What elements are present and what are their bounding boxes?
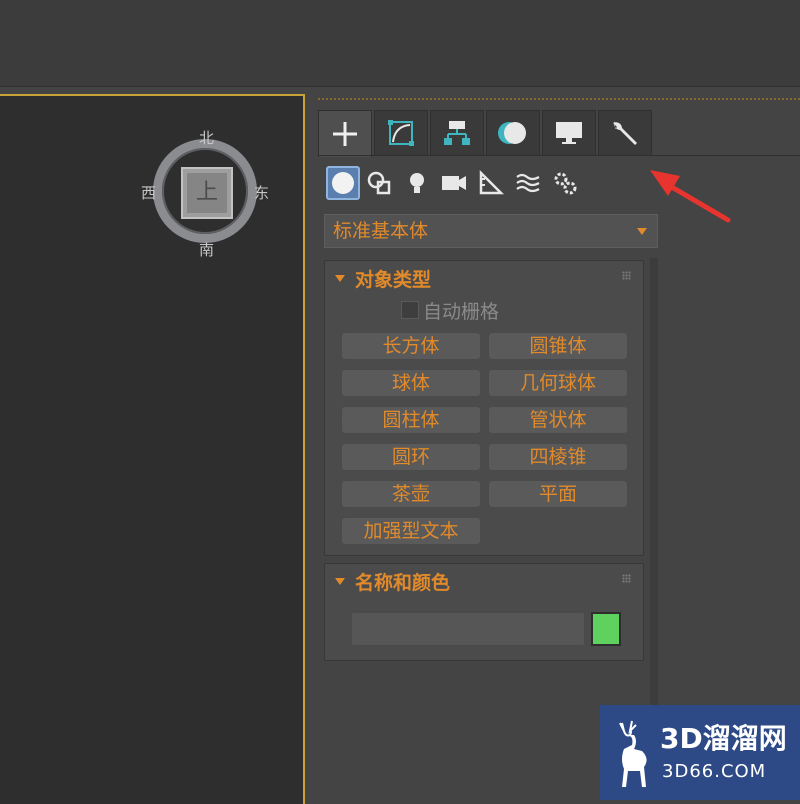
light-bulb-icon	[410, 173, 424, 193]
object-category-dropdown[interactable]: 标准基本体	[324, 214, 658, 248]
teapot-button[interactable]: 茶壶	[341, 480, 481, 508]
wrench-icon	[613, 121, 637, 145]
watermark: 3D溜溜网 3D66.COM	[600, 705, 800, 800]
rollout-grip-icon[interactable]	[622, 574, 631, 583]
object-name-input[interactable]	[351, 612, 585, 646]
display-monitor-icon	[556, 122, 582, 144]
geosphere-button[interactable]: 几何球体	[488, 369, 628, 397]
motion-circle-icon	[498, 122, 526, 144]
name-color-header[interactable]: 名称和颜色	[335, 568, 450, 595]
plus-icon	[333, 122, 357, 146]
tab-display[interactable]	[542, 110, 596, 156]
category-helpers[interactable]	[474, 166, 508, 200]
shapes-icon	[367, 171, 391, 195]
tab-motion[interactable]	[486, 110, 540, 156]
top-toolbar-area	[0, 0, 800, 87]
collapse-triangle-icon	[335, 275, 345, 282]
viewcube-north-label[interactable]: 北	[199, 130, 214, 146]
systems-gears-icon	[554, 172, 577, 195]
dropdown-selected-value: 标准基本体	[333, 220, 429, 242]
category-shapes[interactable]	[363, 166, 397, 200]
plane-button[interactable]: 平面	[488, 480, 628, 508]
category-geometry[interactable]	[326, 166, 360, 200]
category-systems[interactable]	[548, 166, 582, 200]
deer-logo-icon	[619, 720, 647, 787]
viewcube[interactable]: 上 北 南 东 西	[141, 130, 269, 258]
helpers-ruler-icon	[479, 169, 505, 195]
tab-modify[interactable]	[374, 110, 428, 156]
panel-drag-handle[interactable]	[318, 98, 800, 103]
box-button[interactable]: 长方体	[341, 332, 481, 360]
tab-hierarchy[interactable]	[430, 110, 484, 156]
category-cameras[interactable]	[437, 166, 471, 200]
viewcube-face[interactable]: 上	[181, 167, 233, 219]
checkbox-box[interactable]	[401, 301, 419, 319]
modify-curve-icon	[388, 120, 414, 146]
hierarchy-icon	[444, 121, 470, 145]
name-color-rollout: 名称和颜色	[324, 563, 644, 661]
geometry-sphere-icon	[332, 172, 354, 194]
viewcube-face-label: 上	[187, 173, 227, 213]
torus-button[interactable]: 圆环	[341, 443, 481, 471]
object-type-title: 对象类型	[355, 269, 432, 291]
viewcube-south-label[interactable]: 南	[199, 242, 214, 258]
collapse-triangle-icon	[335, 578, 345, 585]
tube-button[interactable]: 管状体	[488, 406, 628, 434]
category-space-warps[interactable]	[511, 166, 545, 200]
autogrid-label: 自动栅格	[423, 300, 500, 323]
name-color-title: 名称和颜色	[355, 572, 451, 594]
textplus-button[interactable]: 加强型文本	[341, 517, 481, 545]
pyramid-button[interactable]: 四棱锥	[488, 443, 628, 471]
sphere-button[interactable]: 球体	[341, 369, 481, 397]
object-type-rollout: 对象类型 自动栅格 长方体 圆锥体 球体 几何球体 圆柱体 管状体 圆环 四棱锥…	[324, 260, 644, 556]
rollout-grip-icon[interactable]	[622, 271, 631, 280]
object-color-swatch[interactable]	[591, 612, 621, 646]
cylinder-button[interactable]: 圆柱体	[341, 406, 481, 434]
camera-icon	[442, 176, 466, 190]
space-warps-icon	[516, 173, 540, 193]
viewcube-west-label[interactable]: 西	[141, 185, 156, 201]
cone-button[interactable]: 圆锥体	[488, 332, 628, 360]
viewcube-east-label[interactable]: 东	[254, 185, 269, 201]
annotation-arrow	[650, 170, 731, 223]
tab-create[interactable]	[318, 110, 372, 157]
watermark-title: 3D溜溜网	[660, 722, 787, 755]
autogrid-checkbox[interactable]: 自动栅格	[401, 299, 500, 323]
watermark-subtitle: 3D66.COM	[662, 761, 767, 782]
object-type-header[interactable]: 对象类型	[335, 265, 431, 292]
category-lights[interactable]	[400, 166, 434, 200]
